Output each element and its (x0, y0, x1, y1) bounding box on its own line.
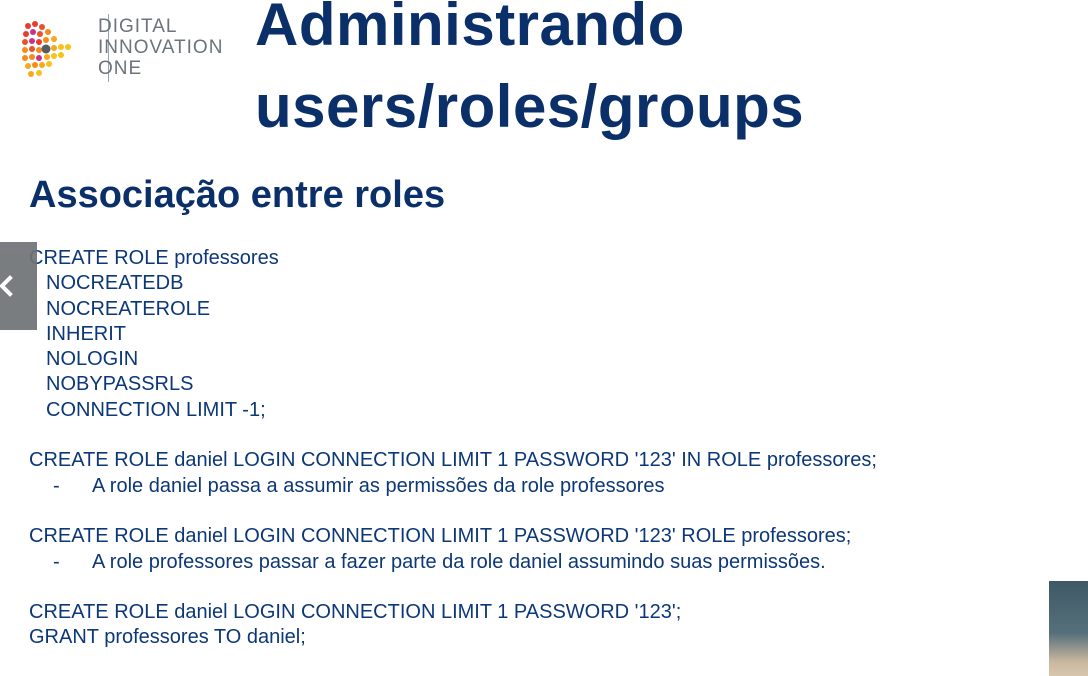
bullet-text: A role professores passar a fazer parte … (92, 550, 826, 573)
code-line: GRANT professores TO daniel; (29, 626, 306, 649)
slide-title: Administrando users/roles/groups (255, 0, 804, 148)
section-title: Associação entre roles (29, 174, 446, 216)
bullet-dash: - (53, 550, 60, 573)
code-line: CREATE ROLE daniel LOGIN CONNECTION LIMI… (29, 601, 682, 624)
previous-slide-button[interactable] (0, 242, 37, 330)
presenter-video-thumbnail (1049, 581, 1088, 676)
code-line: CONNECTION LIMIT -1; (46, 398, 266, 421)
logo-line-3: ONE (98, 58, 143, 79)
bullet-text: A role daniel passa a assumir as permiss… (92, 474, 665, 497)
code-line: NOCREATEROLE (46, 297, 211, 320)
explanation-bullet: - A role daniel passa a assumir as permi… (29, 474, 1029, 499)
slide-title-line-1: Administrando (255, 0, 685, 58)
slide-title-line-2: users/roles/groups (255, 73, 805, 140)
code-line: INHERIT (46, 322, 126, 345)
logo-line-1: DIGITAL (98, 16, 178, 37)
code-line: NOCREATEDB (46, 272, 184, 295)
code-line: CREATE ROLE daniel LOGIN CONNECTION LIMI… (29, 449, 877, 472)
chevron-left-icon (0, 275, 13, 297)
explanation-bullet: - A role professores passar a fazer part… (29, 550, 1029, 575)
logo: DIGITAL INNOVATION ONE (22, 14, 237, 84)
code-line: NOLOGIN (46, 348, 139, 371)
bullet-dash: - (53, 474, 60, 497)
code-line: NOBYPASSRLS (46, 373, 194, 396)
sql-code-block: CREATE ROLE professores NOCREATEDB NOCRE… (29, 246, 1029, 651)
logo-wordmark: DIGITAL INNOVATION ONE (98, 16, 223, 79)
code-line: CREATE ROLE professores (29, 247, 279, 269)
logo-line-2: INNOVATION (98, 37, 224, 58)
dio-logo-icon (22, 21, 71, 77)
code-line: CREATE ROLE daniel LOGIN CONNECTION LIMI… (29, 525, 852, 548)
